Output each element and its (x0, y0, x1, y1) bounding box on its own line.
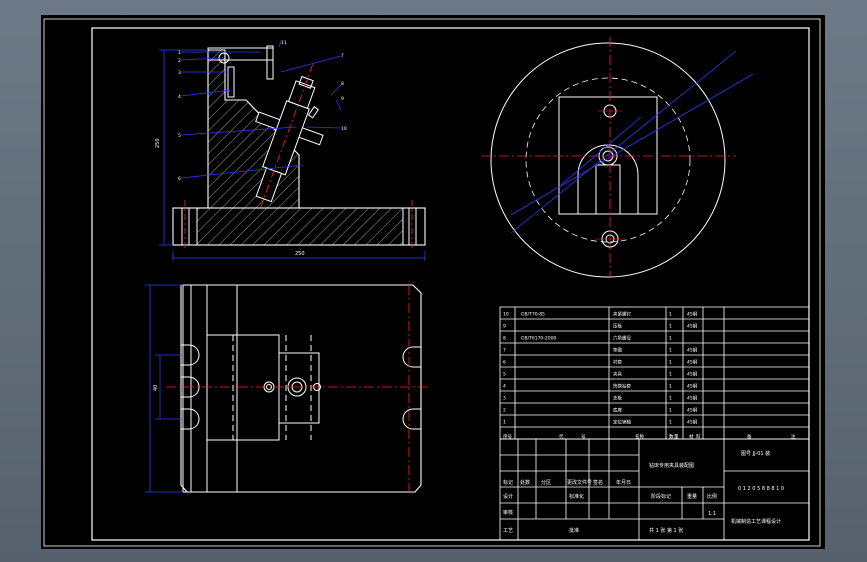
tb-digits: 0 1 2 0 5 8 8 8 1 0 (738, 486, 784, 492)
front-view (172, 45, 426, 250)
parts-cell-qty: 1 (669, 372, 672, 378)
tb-sheet: 共 1 张 第 1 张 (649, 527, 683, 534)
dim-top-height: 40 (153, 385, 159, 391)
balloon-6: 6 (178, 176, 181, 182)
parts-cell-qty: 1 (669, 384, 672, 390)
parts-cell-material: 45钢 (687, 347, 698, 354)
parts-list-rows: 10 GB/T70-85 夹紧螺钉 1 45钢 9 压板 1 45钢 8 GB/T6170-2000… (500, 311, 809, 440)
parts-cell-no: 1 (503, 420, 506, 426)
tb-label-date: 年月日 (616, 479, 631, 486)
sheet-inner-border (91, 27, 810, 541)
balloon-5: 5 (178, 133, 181, 139)
parts-cell-qty: 1 (669, 360, 672, 366)
sheet-outer-border (43, 18, 821, 547)
parts-cell-material: 45钢 (687, 407, 698, 414)
parts-cell-no: 9 (503, 324, 506, 330)
parts-cell-name: 定位销轴 (613, 419, 631, 426)
parts-cell-qty: 1 (669, 312, 672, 318)
parts-cell-qty: 1 (669, 396, 672, 402)
balloon-11: 11 (281, 40, 287, 46)
tb-label-weight: 重量 (687, 493, 697, 500)
parts-cell-name: 快换钻套 (613, 383, 631, 390)
parts-cell-name: 垫圈 (613, 347, 622, 354)
balloon-3: 3 (178, 70, 181, 76)
tb-label-change-doc: 更改文件号 (567, 479, 592, 486)
parts-cell-name: 支板 (613, 395, 622, 402)
parts-cell-material: 45钢 (687, 419, 698, 426)
parts-cell-material: 45钢 (687, 395, 698, 402)
tb-label-approve: 批准 (569, 527, 579, 534)
parts-cell-material: 45钢 (687, 383, 698, 390)
parts-cell-no: 6 (503, 360, 506, 366)
parts-cell-no: 8 (503, 336, 506, 342)
tb-label-standard: 标准化 (569, 493, 584, 500)
parts-cell-no: 10 (503, 312, 509, 318)
parts-cell-code: GB/T70-85 (521, 312, 545, 318)
parts-cell-qty: 1 (669, 348, 672, 354)
parts-cell-qty: 1 (669, 420, 672, 426)
tb-label-sign: 签名 (593, 479, 603, 486)
side-view (481, 37, 736, 278)
tb-label-design: 设计 (503, 493, 513, 500)
tb-label-review: 审核 (503, 509, 513, 516)
parts-cell-name: 压板 (613, 323, 622, 330)
parts-cell-name: 六角螺母 (613, 335, 631, 342)
parts-cell-name: 夹具 (613, 371, 622, 378)
parts-cell-no: 7 (503, 348, 506, 354)
assembly-drawing: 250 250 1 2 3 4 5 6 7 8 9 10 11 40 10 GB… (43, 18, 821, 547)
top-view-dimensions (145, 284, 183, 493)
title-block-text: 钻床专用夹具装配图 图号 JJ-01 装 0 1 2 0 5 8 8 8 1 0… (503, 450, 784, 534)
parts-cell-material: 45钢 (687, 359, 698, 366)
balloon-2: 2 (178, 58, 181, 64)
dim-front-height: 250 (155, 138, 161, 148)
parts-cell-code: GB/T6170-2000 (521, 336, 557, 342)
tb-label-process: 工艺 (503, 528, 513, 534)
tb-drawing-no: 图号 JJ-01 装 (741, 450, 770, 457)
tb-school: 机械制造工艺课程设计 (731, 518, 781, 525)
parts-cell-name: 夹紧螺钉 (613, 311, 631, 318)
dim-front-width: 250 (295, 251, 305, 257)
parts-cell-material: 45钢 (687, 311, 698, 318)
cad-viewport[interactable]: 250 250 1 2 3 4 5 6 7 8 9 10 11 40 10 GB… (41, 15, 825, 549)
parts-cell-no: 3 (503, 396, 506, 402)
parts-cell-name: 底座 (613, 407, 622, 414)
parts-cell-name: 衬套 (613, 359, 622, 366)
tb-scale: 1:1 (708, 511, 716, 517)
balloon-1: 1 (178, 50, 181, 56)
balloon-7: 7 (341, 53, 344, 59)
parts-cell-qty: 1 (669, 336, 672, 342)
balloon-9: 9 (341, 96, 344, 102)
parts-cell-no: 4 (503, 384, 506, 390)
parts-cell-qty: 1 (669, 408, 672, 414)
balloon-10: 10 (341, 126, 347, 132)
parts-cell-no: 5 (503, 372, 506, 378)
tb-company-title: 钻床专用夹具装配图 (649, 462, 694, 469)
tb-label-ratio: 比例 (707, 493, 717, 500)
balloon-8: 8 (341, 81, 344, 87)
balloon-4: 4 (178, 94, 181, 100)
top-view (166, 284, 431, 493)
parts-cell-no: 2 (503, 408, 506, 414)
tb-label-mark: 标记 (503, 479, 513, 486)
tb-label-count: 处数 (520, 479, 530, 486)
parts-cell-material: 45钢 (687, 323, 698, 330)
side-view-leaders (510, 50, 754, 234)
tb-label-zone: 分区 (541, 479, 551, 486)
parts-list (499, 306, 810, 440)
parts-cell-qty: 1 (669, 324, 672, 330)
tb-label-stage: 阶段标记 (651, 493, 671, 500)
parts-cell-material: 45钢 (687, 371, 698, 378)
